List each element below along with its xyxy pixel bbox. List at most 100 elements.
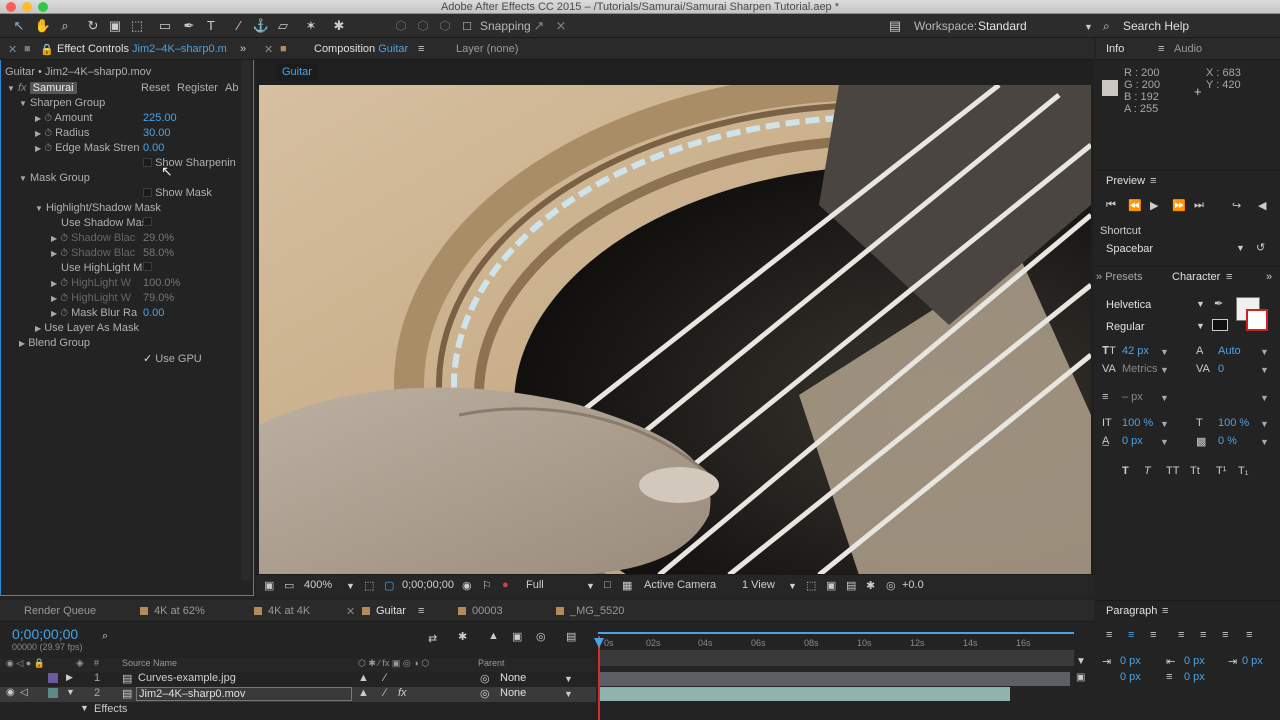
pan-behind-tool-icon[interactable]: ⬚ <box>128 17 146 35</box>
hand-tool-icon[interactable]: ✋ <box>34 17 52 35</box>
kerning-dropdown-icon[interactable]: ▼ <box>1160 365 1169 375</box>
tab-guitar[interactable]: Guitar <box>362 605 406 617</box>
edge-mask-value[interactable]: 0.00 <box>143 142 164 157</box>
horizontal-scale-value[interactable]: 100 % <box>1218 417 1249 429</box>
layer-label-color[interactable] <box>48 673 58 683</box>
previous-frame-icon[interactable]: ⏪ <box>1128 199 1142 212</box>
expand-triangle-icon[interactable]: ▶ <box>51 279 57 288</box>
stopwatch-icon[interactable]: ⏱ <box>44 143 52 154</box>
stopwatch-icon[interactable]: ⏱ <box>44 128 52 139</box>
highlight-white-2-value[interactable]: 79.0% <box>143 292 174 307</box>
panel-menu-icon[interactable]: ≡ <box>418 605 424 617</box>
stopwatch-icon[interactable]: ⏱ <box>60 248 68 259</box>
font-dropdown-icon[interactable]: ▼ <box>1196 299 1205 309</box>
selection-tool-icon[interactable]: ↖ <box>10 17 28 35</box>
graph-editor-icon[interactable]: ▤ <box>566 630 576 643</box>
expand-triangle-icon[interactable]: ▶ <box>51 294 57 303</box>
audio-toggle-icon[interactable]: ◁ <box>20 687 28 698</box>
panel-menu-icon[interactable]: ≡ <box>1162 605 1168 617</box>
panel-menu-icon[interactable]: ≡ <box>1226 271 1232 283</box>
effect-controls-scrollbar[interactable] <box>241 60 251 580</box>
shy-layers-icon[interactable]: ▲ <box>488 630 499 642</box>
exposure-reset-icon[interactable]: ◎ <box>886 579 896 592</box>
horizontal-scale-dropdown-icon[interactable]: ▼ <box>1260 419 1269 429</box>
font-size-dropdown-icon[interactable]: ▼ <box>1160 347 1169 357</box>
justify-center-icon[interactable]: ≡ <box>1200 629 1206 641</box>
roto-brush-tool-icon[interactable]: ✶ <box>302 17 320 35</box>
register-link[interactable]: Register <box>177 82 218 97</box>
shy-switch-icon[interactable]: ▲ <box>358 672 369 684</box>
collapse-triangle-icon[interactable]: ▼ <box>66 687 75 697</box>
video-visibility-icon[interactable]: ◉ <box>6 687 15 698</box>
quality-switch-icon[interactable]: ∕ <box>384 687 386 699</box>
checkbox-box[interactable] <box>143 262 152 271</box>
current-time-indicator[interactable] <box>598 636 600 720</box>
black-swatch[interactable] <box>1212 319 1228 331</box>
snapping-checkbox[interactable]: □ <box>458 17 476 35</box>
space-before-value[interactable]: 0 px <box>1120 671 1141 683</box>
stopwatch-icon[interactable]: ⏱ <box>44 113 52 124</box>
collapse-triangle-icon[interactable]: ▼ <box>19 174 27 183</box>
audio-icon[interactable]: ◀ <box>1258 199 1266 212</box>
effect-name[interactable]: Samurai <box>29 82 77 94</box>
layer-row-2[interactable]: ◉ ◁ ▼ 2 ▤ Jim2–4K–sharp0.mov ▲ ∕ fx ◎ No… <box>0 687 596 702</box>
stroke-width-value[interactable]: – px <box>1122 391 1143 403</box>
parent-select[interactable]: None <box>500 672 526 684</box>
stopwatch-icon[interactable]: ⏱ <box>60 278 68 289</box>
magnification-dropdown-icon[interactable]: ▼ <box>346 581 355 591</box>
draft-3d-icon[interactable]: ✱ <box>458 630 467 643</box>
snapping-option-icon[interactable]: ↗ <box>530 17 548 35</box>
pen-tool-icon[interactable]: ✒ <box>180 17 198 35</box>
use-shadow-mask-checkbox[interactable] <box>143 217 152 232</box>
stopwatch-icon[interactable]: ⏱ <box>60 308 68 319</box>
leading-dropdown-icon[interactable]: ▼ <box>1260 347 1269 357</box>
panel-close-icon[interactable]: ✕ <box>8 43 17 56</box>
tsume-dropdown-icon[interactable]: ▼ <box>1260 437 1269 447</box>
timeline-zoom-icon[interactable]: ▼ <box>1076 656 1086 667</box>
collapse-triangle-icon[interactable]: ▼ <box>80 703 89 713</box>
composition-breadcrumb[interactable]: Guitar <box>276 64 318 80</box>
resolution-dropdown-icon[interactable]: ▼ <box>586 581 595 591</box>
title-action-safe-icon[interactable]: ▢ <box>384 579 394 592</box>
clone-stamp-tool-icon[interactable]: ⚓ <box>252 17 270 35</box>
parent-select[interactable]: None <box>500 687 526 699</box>
magnification-select[interactable]: 400% <box>304 579 332 591</box>
comp-mini-flowchart-icon[interactable]: ⇄ <box>428 632 437 645</box>
checkbox-box[interactable] <box>143 188 152 197</box>
expand-triangle-icon[interactable]: ▶ <box>35 129 41 138</box>
about-link[interactable]: Ab <box>225 82 238 97</box>
layer-bar-1[interactable] <box>598 672 1070 686</box>
frame-blending-icon[interactable]: ▣ <box>512 630 522 643</box>
stopwatch-icon[interactable]: ⏱ <box>60 293 68 304</box>
use-highlight-mask-checkbox[interactable] <box>143 262 152 277</box>
tab-mg-5520[interactable]: _MG_5520 <box>556 605 624 617</box>
toggle-pixel-aspect-icon[interactable]: ⬚ <box>806 579 816 592</box>
camera-select[interactable]: Active Camera <box>644 579 716 591</box>
workspace-select[interactable]: Standard <box>978 19 1027 33</box>
parent-pickwhip-icon[interactable]: ◎ <box>480 672 490 685</box>
brush-tool-icon[interactable]: ∕ <box>230 17 248 35</box>
rotation-tool-icon[interactable]: ↻ <box>84 17 102 35</box>
collapse-triangle-icon[interactable]: ▼ <box>35 204 43 213</box>
tab-layer[interactable]: Layer (none) <box>456 43 518 55</box>
highlight-shadow-mask-row[interactable]: ▼ Highlight/Shadow Mask <box>35 202 161 217</box>
vr-icon[interactable]: ▤ <box>886 17 904 35</box>
all-caps-icon[interactable]: TT <box>1166 465 1179 477</box>
shy-switch-icon[interactable]: ▲ <box>358 687 369 699</box>
shortcut-select[interactable]: Spacebar <box>1106 243 1153 255</box>
parent-pickwhip-icon[interactable]: ◎ <box>480 687 490 700</box>
stroke-style-dropdown-icon[interactable]: ▼ <box>1260 393 1269 403</box>
use-layer-as-mask-row[interactable]: ▶ Use Layer As Mask <box>35 322 139 337</box>
work-area-range[interactable] <box>598 632 1074 634</box>
radius-value[interactable]: 30.00 <box>143 127 171 142</box>
next-frame-icon[interactable]: ⏩ <box>1172 199 1186 212</box>
timeline-timecode[interactable]: 0;00;00;00 <box>12 626 78 642</box>
indent-first-value[interactable]: 0 px <box>1242 655 1263 667</box>
align-center-icon[interactable]: ≡ <box>1128 629 1134 641</box>
blend-group-row[interactable]: ▶ Blend Group <box>19 337 90 352</box>
space-after-value[interactable]: 0 px <box>1184 671 1205 683</box>
snapshot-icon[interactable]: ◉ <box>462 579 472 592</box>
composition-viewer[interactable] <box>259 85 1091 575</box>
tab-4k-at-4k[interactable]: 4K at 4K <box>254 605 310 617</box>
last-frame-icon[interactable]: ⏭ <box>1194 199 1204 212</box>
